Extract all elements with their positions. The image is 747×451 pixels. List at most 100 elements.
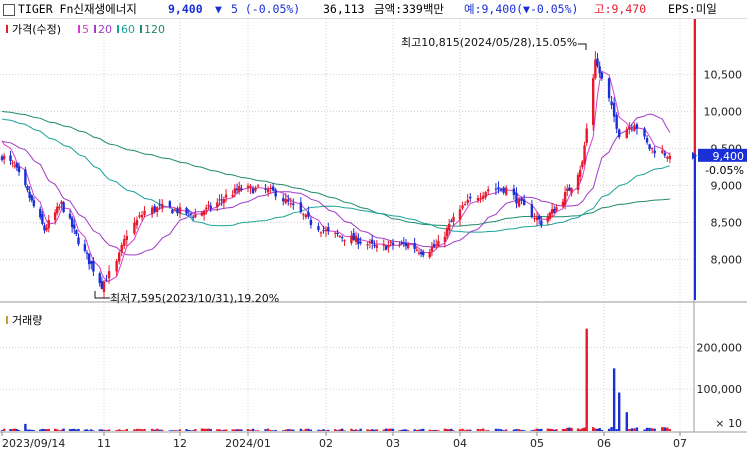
volume-bar	[437, 430, 440, 431]
volume-bar	[11, 429, 14, 431]
volume-bar	[384, 428, 388, 431]
volume-bar	[209, 428, 212, 431]
volume-bar	[585, 328, 588, 431]
time-tick-label: 2024/01	[225, 437, 271, 450]
volume-bar	[548, 428, 552, 431]
volume-bar	[382, 429, 385, 431]
volume-bar	[200, 428, 204, 431]
candle-body	[233, 188, 237, 194]
volume-bar	[56, 429, 59, 431]
volume-bar	[85, 429, 89, 431]
candle-body	[522, 199, 526, 205]
volume-bar	[194, 429, 197, 431]
volume-bar	[366, 429, 369, 431]
volume-bar	[387, 428, 390, 431]
volume-bar	[287, 429, 290, 431]
volume-bar	[661, 427, 664, 431]
volume-bar	[663, 427, 666, 431]
candle-body	[612, 102, 616, 117]
candle-body	[123, 238, 126, 247]
volume-bar	[445, 428, 449, 431]
high-annotation: 최고10,815(2024/05/28),15.05%	[401, 36, 577, 49]
volume-bar	[497, 428, 500, 431]
candle-body	[125, 236, 128, 241]
security-name: TIGER Fn신재생에너지	[18, 2, 137, 16]
volume-bar	[406, 430, 410, 431]
candle-body	[53, 212, 57, 221]
volume-bar	[666, 427, 669, 431]
candle-body	[600, 72, 604, 79]
volume-bar	[176, 430, 179, 431]
candle-body	[610, 101, 613, 106]
candle-body	[98, 273, 101, 283]
candle-body	[32, 200, 36, 207]
volume-bar	[628, 429, 631, 431]
volume-bar	[368, 429, 372, 431]
candle-body	[432, 244, 436, 247]
volume-bar	[615, 429, 618, 431]
volume-bar	[404, 429, 408, 431]
candle-body	[566, 188, 569, 191]
volume-bar	[309, 429, 313, 431]
candle-body	[537, 215, 541, 220]
candle-body	[218, 199, 221, 201]
volume-bar	[289, 429, 292, 431]
current-price: 9,400	[168, 2, 203, 16]
volume-bar	[100, 429, 104, 431]
candle-body	[75, 230, 78, 235]
volume-tick-label: 100,000	[697, 383, 743, 396]
volume-bar	[284, 429, 287, 431]
candle-body	[398, 244, 401, 246]
candle-body	[90, 261, 93, 264]
volume-bar	[133, 429, 136, 431]
volume-bar	[158, 429, 161, 431]
volume-bar	[447, 429, 451, 431]
time-tick-label: 07	[673, 437, 687, 450]
volume-bar	[47, 428, 50, 431]
volume-bar	[307, 428, 310, 431]
volume-bar	[246, 429, 250, 431]
volume-bar	[469, 429, 472, 431]
candle-body	[292, 203, 295, 205]
volume-bar	[62, 428, 65, 431]
volume-bar	[153, 429, 156, 431]
candle-body	[209, 205, 212, 209]
chart-canvas: 8,0008,5009,0009,50010,00010,5009,400-0.…	[0, 19, 747, 450]
volume-bar	[633, 428, 636, 431]
volume-bar	[299, 428, 303, 431]
volume-bar	[435, 429, 438, 431]
volume-bar	[576, 428, 580, 431]
volume-bar	[161, 429, 164, 431]
price-tick-label: 10,000	[704, 105, 743, 118]
candle-body	[576, 175, 580, 191]
candle-body	[366, 244, 369, 246]
volume-bar	[123, 430, 126, 431]
candle-body	[68, 213, 72, 219]
candle-body	[269, 187, 272, 189]
candle-body	[26, 186, 29, 191]
candle-body	[553, 209, 556, 213]
candle-body	[60, 201, 63, 204]
candle-body	[648, 144, 651, 150]
volume-bar	[570, 427, 573, 431]
candle-body	[494, 188, 498, 190]
candle-body	[387, 244, 390, 248]
candle-body	[24, 169, 27, 186]
volume-bar	[233, 429, 237, 431]
volume-bar	[612, 368, 616, 431]
volume-bar	[185, 429, 188, 431]
volume-bar	[352, 429, 355, 431]
candle-body	[189, 213, 193, 215]
volume-bar	[254, 430, 257, 431]
candle-body	[102, 281, 106, 292]
volume-bar	[371, 429, 374, 431]
candle-body	[202, 211, 206, 215]
chart-checkbox[interactable]	[3, 4, 15, 16]
candle-body	[515, 192, 518, 204]
candle-body	[343, 240, 346, 242]
candle-body	[445, 227, 449, 237]
volume-bar	[422, 428, 425, 431]
candle-body	[443, 236, 447, 242]
candle-body	[650, 148, 654, 150]
ma-120-line	[1, 110, 670, 227]
